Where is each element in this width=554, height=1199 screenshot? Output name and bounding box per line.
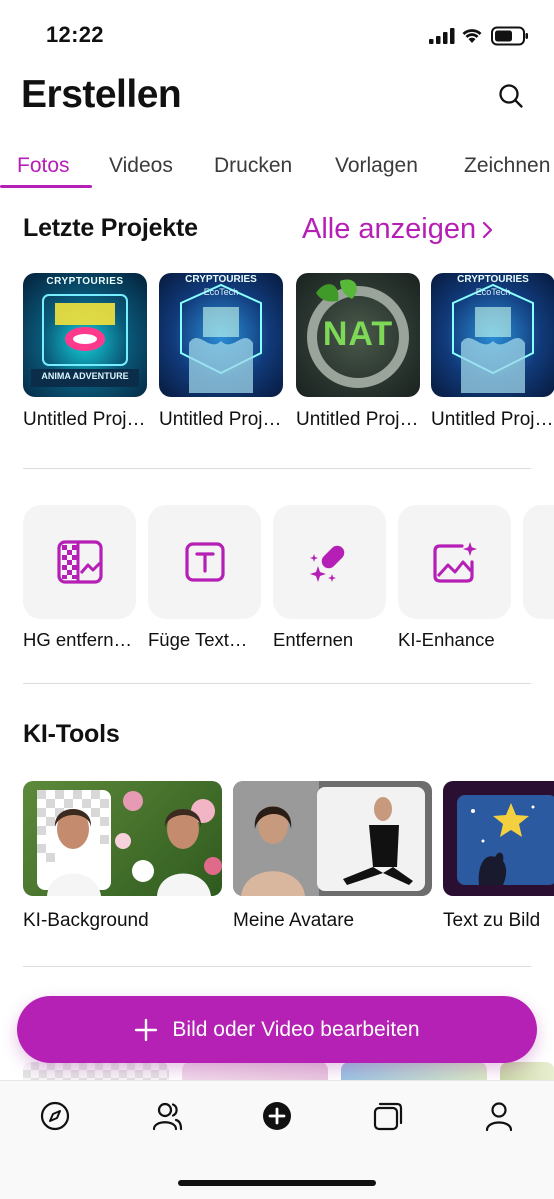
tab-discover[interactable] <box>38 1099 72 1133</box>
tab-videos[interactable]: Videos <box>109 154 173 178</box>
ai-avatar-artwork <box>233 781 425 896</box>
tool-icon-box <box>398 505 511 619</box>
tool-remove[interactable]: Entfernen <box>273 505 386 651</box>
status-time: 12:22 <box>46 22 104 47</box>
project-card[interactable]: CRYPTOURIES EcoTech Untitled Proj… <box>431 273 554 431</box>
community-icon <box>152 1102 183 1131</box>
eraser-magic-icon <box>309 545 344 582</box>
create-plus-icon <box>263 1102 291 1130</box>
tab-projects[interactable] <box>371 1099 405 1133</box>
section-divider <box>23 468 531 469</box>
tool-icon-box <box>23 505 136 619</box>
tool-label: Entfernen <box>273 629 354 650</box>
search-button[interactable] <box>497 82 525 110</box>
recent-projects-list: CRYPTOURIES ANIMA ADVENTURE Untitled Pro… <box>0 273 554 443</box>
search-icon <box>499 84 523 108</box>
project-thumb-text: CRYPTOURIES <box>457 274 529 285</box>
tool-icon-box <box>523 505 554 619</box>
background-remove-icon <box>56 540 103 584</box>
cellular-signal-icon <box>429 28 455 44</box>
tool-label: HG entfern… <box>23 629 132 650</box>
ai-tool-background[interactable]: KI-Background <box>23 781 222 932</box>
category-tabs: Fotos Videos Drucken Vorlagen Zeichnen <box>0 148 554 188</box>
ai-tool-image <box>23 781 222 896</box>
project-thumb-subtext: EcoTech <box>203 287 239 297</box>
ai-text-to-image-artwork <box>457 795 554 885</box>
tool-partial[interactable] <box>523 505 554 619</box>
tab-vorlagen[interactable]: Vorlagen <box>335 154 418 178</box>
projects-icon <box>373 1102 403 1131</box>
profile-icon <box>485 1102 513 1132</box>
tab-zeichnen[interactable]: Zeichnen <box>464 154 550 178</box>
chevron-right-icon <box>483 221 493 238</box>
project-card[interactable]: CRYPTOURIES EcoTech Untitled Proj… <box>159 273 283 431</box>
project-label: Untitled Proj… <box>23 409 146 430</box>
edit-media-label: Bild oder Video bearbeiten <box>172 1017 420 1041</box>
tab-profile[interactable] <box>482 1099 516 1133</box>
see-all-link[interactable]: Alle anzeigen <box>302 213 494 246</box>
ai-tool-image <box>443 781 554 896</box>
project-thumbnail: CRYPTOURIES EcoTech <box>431 273 554 397</box>
tool-background-remove[interactable]: HG entfern… <box>23 505 136 651</box>
project-thumbnail: CRYPTOURIES EcoTech <box>159 273 283 397</box>
project-thumb-subtext: ANIMA ADVENTURE <box>41 371 129 381</box>
tool-icon-box <box>148 505 261 619</box>
project-label: Untitled Proj… <box>431 409 554 430</box>
ai-tool-label: Text zu Bild <box>443 910 541 931</box>
compass-icon <box>40 1101 70 1131</box>
tab-create[interactable] <box>260 1099 294 1133</box>
tab-fotos[interactable]: Fotos <box>17 154 70 178</box>
wifi-icon <box>462 29 482 43</box>
section-divider <box>23 683 531 684</box>
project-thumb-text: CRYPTOURIES <box>46 276 124 287</box>
tab-community[interactable] <box>149 1099 183 1133</box>
project-thumb-subtext: EcoTech <box>475 287 511 297</box>
edit-media-button[interactable]: Bild oder Video bearbeiten <box>17 996 537 1063</box>
ai-tool-label: KI-Background <box>23 910 149 931</box>
text-icon <box>184 542 225 582</box>
battery-icon <box>491 26 528 46</box>
tool-label: KI-Enhance <box>398 629 495 650</box>
tool-label: Füge Text… <box>148 629 248 650</box>
ai-tool-avatars[interactable]: Meine Avatare <box>233 781 432 932</box>
ai-tool-text-to-image[interactable]: Text zu Bild <box>443 781 554 932</box>
tool-icon-box <box>273 505 386 619</box>
plus-icon <box>135 1018 158 1041</box>
home-indicator <box>178 1180 376 1186</box>
project-label: Untitled Proj… <box>296 409 419 430</box>
project-thumbnail: NAT <box>296 273 420 397</box>
ai-tools-title: KI-Tools <box>23 720 120 748</box>
active-tab-indicator <box>0 185 92 188</box>
project-label: Untitled Proj… <box>159 409 282 430</box>
see-all-label: Alle anzeigen <box>302 213 477 245</box>
tool-add-text[interactable]: Füge Text… <box>148 505 261 651</box>
project-thumbnail: CRYPTOURIES ANIMA ADVENTURE <box>23 273 147 397</box>
ai-background-artwork <box>37 790 222 896</box>
project-thumb-text: CRYPTOURIES <box>185 274 257 285</box>
project-thumb-text: NAT <box>322 315 394 353</box>
recent-projects-title: Letzte Projekte <box>23 214 198 242</box>
page-title: Erstellen <box>21 73 182 116</box>
ai-tool-image <box>233 781 432 896</box>
tool-ai-enhance[interactable]: KI-Enhance <box>398 505 511 651</box>
project-card[interactable]: CRYPTOURIES ANIMA ADVENTURE Untitled Pro… <box>23 273 147 431</box>
tab-drucken[interactable]: Drucken <box>214 154 292 178</box>
section-divider <box>23 966 531 967</box>
project-card[interactable]: NAT Untitled Proj… <box>296 273 420 431</box>
status-bar: 12:22 <box>0 0 554 70</box>
ai-tool-label: Meine Avatare <box>233 910 355 931</box>
image-sparkle-icon <box>432 542 477 583</box>
